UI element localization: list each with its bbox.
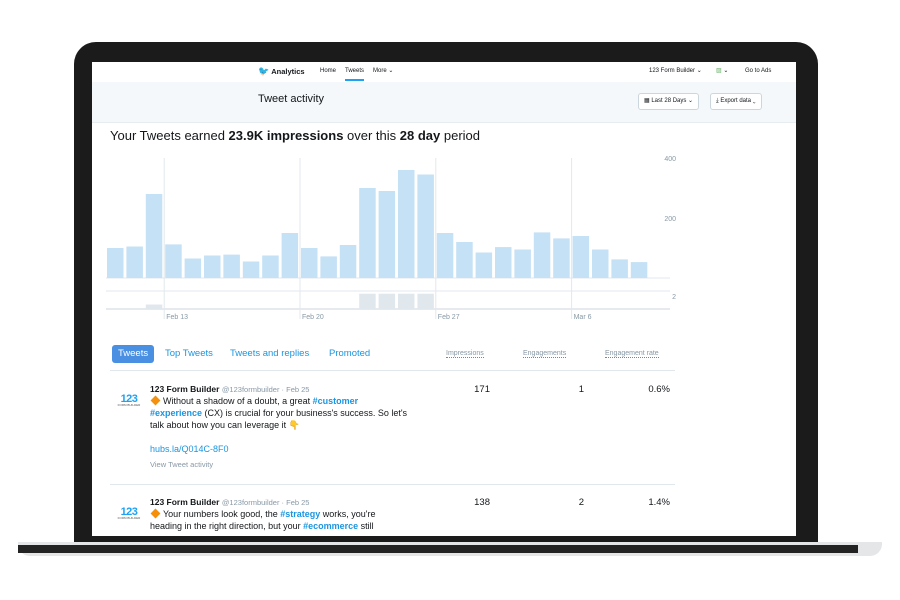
impressions-bar	[145, 194, 163, 278]
chevron-down-icon: ⌄	[752, 98, 756, 104]
tab-promoted[interactable]: Promoted	[329, 345, 370, 363]
impressions-bar	[339, 245, 357, 278]
impressions-bar	[126, 246, 143, 278]
impressions-bar	[611, 259, 628, 278]
x-tick-label: Feb 20	[302, 314, 324, 321]
impressions-bar	[592, 249, 609, 278]
impressions-bar	[320, 256, 337, 278]
tab-top-tweets[interactable]: Top Tweets	[165, 345, 213, 363]
impressions-bar	[378, 191, 396, 278]
impressions-bar	[242, 261, 260, 278]
hashtag-link[interactable]: #customer	[313, 396, 359, 406]
y-tick-label: 2	[672, 294, 676, 301]
impressions-bar	[262, 255, 279, 278]
avatar: 123 FORM BUILDER	[117, 506, 141, 520]
impressions-bar	[184, 258, 202, 278]
y-tick-label: 200	[664, 216, 676, 223]
impressions-bar	[475, 252, 493, 278]
impressions-bar	[107, 248, 124, 278]
impressions-bar	[553, 238, 570, 278]
impressions-bar	[165, 244, 182, 278]
engagement-rate-value: 0.6%	[648, 384, 670, 395]
tweet-text: Without a shadow of a doubt, a great #cu…	[150, 395, 408, 430]
nav-home[interactable]: Home	[320, 62, 336, 82]
impressions-bar	[398, 170, 415, 278]
laptop-hinge	[18, 545, 858, 553]
impressions-bar	[456, 242, 473, 278]
tab-tweets-and-replies[interactable]: Tweets and replies	[230, 345, 309, 363]
view-tweet-activity-link[interactable]: View Tweet activity	[150, 460, 213, 469]
engagement-rate-value: 1.4%	[648, 497, 670, 508]
engagements-bar	[398, 293, 415, 309]
impressions-bar	[281, 233, 299, 278]
go-to-ads-link[interactable]: Go to Ads	[745, 62, 771, 82]
impressions-summary: Your Tweets earned 23.9K impressions ove…	[110, 128, 481, 143]
engagements-bar	[145, 304, 163, 309]
pointing-hand-icon: 👇	[288, 420, 300, 430]
divider	[110, 484, 675, 485]
impressions-bar	[630, 262, 648, 278]
export-data-button[interactable]: ⤓ Export data ⌄	[710, 93, 762, 110]
hashtag-link[interactable]: #experience	[150, 408, 202, 418]
date-range-button[interactable]: ▦ Last 28 Days ⌄	[638, 93, 700, 110]
engagements-value: 1	[578, 384, 584, 395]
x-tick-label: Feb 13	[166, 314, 188, 321]
top-nav-bar: 🐦 Analytics Home Tweets More ⌄ 123 Form B…	[92, 62, 796, 83]
impressions-bar	[359, 188, 376, 278]
engagements-bar	[378, 293, 396, 309]
x-tick-label: Feb 27	[438, 314, 460, 321]
image-icon: ▨	[716, 68, 722, 74]
tweet-row[interactable]: 123 FORM BUILDER 123 Form Builder @123for…	[110, 380, 675, 484]
x-tick-label: Mar 6	[574, 314, 592, 321]
engagements-bar	[417, 293, 434, 309]
nav-tweets[interactable]: Tweets	[345, 62, 365, 81]
impressions-value: 171	[474, 384, 490, 395]
engagements-bar	[359, 293, 376, 309]
tab-tweets[interactable]: Tweets	[112, 345, 155, 363]
impressions-bar	[533, 232, 551, 278]
tweet-row[interactable]: 123 FORM BUILDER 123 Form Builder @123for…	[110, 493, 675, 536]
divider	[110, 370, 675, 371]
account-menu[interactable]: 123 Form Builder ⌄	[649, 62, 702, 82]
tweet-text: Your numbers look good, the #strategy wo…	[150, 508, 376, 531]
chevron-down-icon: ⌄	[388, 68, 394, 74]
tweet-author: 123 Form Builder @123formbuilder · Feb 2…	[150, 497, 310, 507]
impressions-bar	[417, 174, 434, 278]
screen: 🐦 Analytics Home Tweets More ⌄ 123 Form B…	[92, 62, 796, 536]
nav-more[interactable]: More ⌄	[373, 62, 393, 82]
impressions-bar	[495, 247, 512, 278]
impressions-bar	[301, 248, 318, 278]
impressions-bar	[572, 236, 590, 278]
impressions-bar	[204, 255, 221, 278]
column-impressions[interactable]: Impressions	[446, 350, 484, 358]
tweet-author: 123 Form Builder @123formbuilder · Feb 2…	[150, 384, 310, 394]
download-icon: ⤓	[716, 98, 719, 104]
analytics-logo[interactable]: 🐦 Analytics	[258, 62, 305, 82]
column-engagement-rate[interactable]: Engagement rate	[605, 350, 659, 358]
impressions-bar	[223, 254, 240, 278]
tweet-link[interactable]: hubs.la/Q014C-8F0	[150, 444, 229, 454]
impressions-chart: Feb 13 Feb 20 Feb 27 Mar 6 200 400 2	[106, 156, 676, 321]
twitter-bird-icon: 🐦	[258, 66, 270, 76]
orange-diamond-icon	[150, 395, 161, 406]
settings-menu[interactable]: ▨ ⌄	[716, 62, 728, 82]
chevron-down-icon: ⌄	[696, 68, 702, 74]
impressions-bar	[514, 249, 531, 278]
y-tick-label: 400	[664, 156, 676, 163]
impressions-bar	[436, 233, 454, 278]
hashtag-link[interactable]: #strategy	[280, 509, 320, 519]
orange-diamond-icon	[150, 508, 161, 519]
chevron-down-icon: ⌄	[688, 98, 694, 104]
page-title: Tweet activity	[258, 93, 325, 105]
impressions-value: 138	[474, 497, 490, 508]
avatar: 123 FORM BUILDER	[117, 393, 141, 407]
engagements-value: 2	[578, 497, 584, 508]
hashtag-link[interactable]: #ecommerce	[303, 521, 358, 531]
calendar-icon: ▦	[644, 98, 650, 104]
chevron-down-icon: ⌄	[723, 68, 729, 74]
column-engagements[interactable]: Engagements	[523, 350, 567, 358]
